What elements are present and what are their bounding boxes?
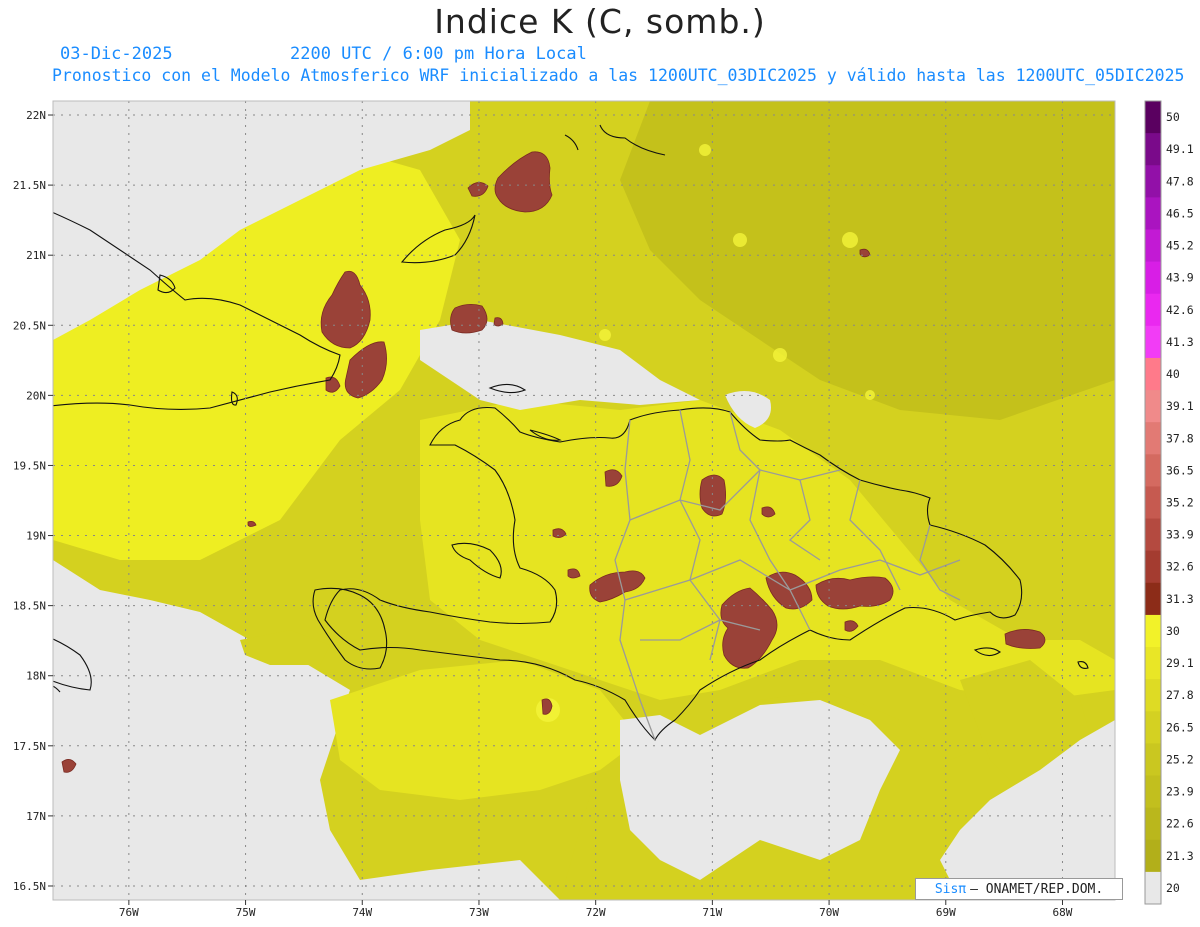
colorbar-label: 23.9 [1166, 785, 1194, 799]
colorbar-swatch [1145, 357, 1161, 391]
colorbar-label: 22.6 [1166, 817, 1194, 831]
lat-label: 21N [26, 249, 46, 262]
colorbar-label: 36.5 [1166, 463, 1194, 477]
colorbar-label: 41.3 [1166, 335, 1194, 349]
lon-label: 69W [936, 906, 956, 919]
high-k-area [450, 304, 488, 334]
high-k-area [815, 576, 894, 610]
lon-label: 76W [119, 906, 139, 919]
colorbar-swatch [1145, 197, 1161, 230]
colorbar-label: 32.6 [1166, 560, 1194, 574]
lat-label: 16.5N [13, 880, 46, 893]
spot [842, 232, 858, 248]
colorbar-label: 33.9 [1166, 528, 1194, 542]
colorbar-label: 21.3 [1166, 849, 1194, 863]
lat-label: 18.5N [13, 600, 46, 613]
colorbar-swatch [1145, 614, 1161, 648]
lon-label: 70W [819, 906, 839, 919]
lat-label: 20.5N [13, 319, 46, 332]
lon-label: 75W [236, 906, 256, 919]
colorbar-swatch [1145, 454, 1161, 487]
colorbar-swatch [1145, 518, 1161, 552]
lat-label: 20N [26, 389, 46, 402]
colorbar-swatch [1145, 647, 1161, 680]
spot [599, 329, 611, 341]
colorbar-label: 50 [1166, 110, 1180, 124]
colorbar-label: 35.2 [1166, 496, 1194, 510]
map-plot-area [53, 101, 1115, 900]
colorbar-swatch [1145, 679, 1161, 712]
colorbar-swatch [1145, 807, 1161, 841]
lat-label: 19.5N [13, 459, 46, 472]
colorbar-label: 26.5 [1166, 720, 1194, 734]
spot [773, 348, 787, 362]
colorbar-swatch [1145, 293, 1161, 327]
colorbar-label: 40 [1166, 367, 1180, 381]
colorbar-label: 47.8 [1166, 174, 1194, 188]
lon-label: 71W [702, 906, 722, 919]
colorbar-swatch [1145, 550, 1161, 584]
high-k-area [1004, 629, 1046, 649]
colorbar-label: 43.9 [1166, 271, 1194, 285]
colorbar-label: 27.8 [1166, 688, 1194, 702]
colorbar: 50 49.1 47.8 46.5 45.2 43.9 42.6 41.3 40 39.1 37.8… [1144, 100, 1194, 905]
sispi-logo: Sisπ [934, 881, 967, 897]
colorbar-swatch [1145, 165, 1161, 198]
lat-label: 17.5N [13, 740, 46, 753]
lat-label: 18N [26, 670, 46, 683]
colorbar-label: 20 [1166, 881, 1180, 895]
colorbar-swatch [1145, 743, 1161, 777]
lat-label: 22N [26, 109, 46, 122]
colorbar-label: 39.1 [1166, 399, 1194, 413]
colorbar-label: 49.1 [1166, 142, 1194, 156]
lon-label: 73W [469, 906, 489, 919]
colorbar-label: 30 [1166, 624, 1180, 638]
spot [733, 233, 747, 247]
colorbar-swatch [1145, 229, 1161, 263]
k-index-map: 22N 21.5N 21N 20.5N 20N 19.5N 19N 18.5N 18N 17.5N… [13, 100, 1194, 919]
colorbar-swatch [1145, 133, 1161, 166]
colorbar-label: 46.5 [1166, 206, 1194, 220]
colorbar-swatch [1145, 486, 1161, 520]
colorbar-label: 29.1 [1166, 656, 1194, 670]
colorbar-label: 25.2 [1166, 752, 1194, 766]
lon-label: 74W [352, 906, 372, 919]
colorbar-label: 31.3 [1166, 592, 1194, 606]
colorbar-label: 37.8 [1166, 431, 1194, 445]
colorbar-swatch [1145, 775, 1161, 809]
credit-box: Sisπ – ONAMET/REP.DOM. [915, 878, 1123, 900]
colorbar-label: 42.6 [1166, 303, 1194, 317]
colorbar-swatch [1145, 261, 1161, 295]
lat-label: 21.5N [13, 179, 46, 192]
colorbar-swatch [1145, 582, 1161, 616]
credit-text: – ONAMET/REP.DOM. [970, 881, 1104, 897]
spot [699, 144, 711, 156]
colorbar-label: 45.2 [1166, 239, 1194, 253]
colorbar-swatch [1145, 325, 1161, 359]
lat-label: 19N [26, 530, 46, 543]
colorbar-swatch [1145, 711, 1161, 744]
lat-label: 17N [26, 810, 46, 823]
colorbar-swatch [1145, 101, 1161, 134]
colorbar-swatch [1145, 422, 1161, 455]
colorbar-swatch [1145, 839, 1161, 873]
colorbar-swatch [1145, 871, 1161, 905]
lon-label: 72W [586, 906, 606, 919]
lon-label: 68W [1053, 906, 1073, 919]
colorbar-swatch [1145, 390, 1161, 423]
